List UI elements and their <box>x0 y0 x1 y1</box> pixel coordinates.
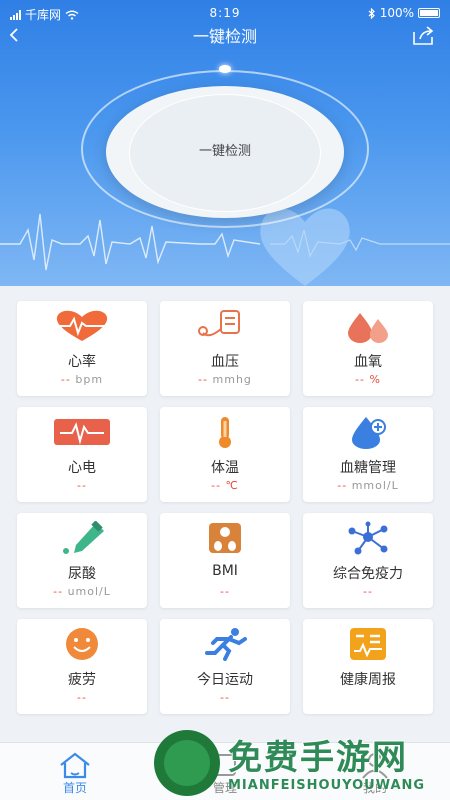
card-blood-sugar[interactable]: 血糖管理 -- mmol/L <box>303 407 433 502</box>
card-value: -- % <box>355 373 381 386</box>
card-label: 心电 <box>68 460 96 476</box>
watermark-logo-icon <box>154 730 220 796</box>
card-value: -- <box>77 479 87 492</box>
watermark-title: 免费手游网 <box>228 738 408 778</box>
blood-sugar-icon <box>352 417 386 449</box>
card-value: -- <box>77 691 87 704</box>
share-icon <box>413 26 434 45</box>
blood-oxygen-icon <box>348 313 388 343</box>
page-title: 一键检测 <box>192 27 257 46</box>
ecg-icon <box>54 419 110 445</box>
running-icon <box>205 628 247 661</box>
card-fatigue[interactable]: 疲劳 -- <box>17 619 147 714</box>
card-label: 今日运动 <box>197 672 253 688</box>
ring-indicator-dot <box>219 65 231 73</box>
card-weekly-report[interactable]: 健康周报 <box>303 619 433 714</box>
card-label: 健康周报 <box>340 672 396 688</box>
smile-icon <box>66 628 98 660</box>
card-value: -- ℃ <box>211 479 239 492</box>
detect-button-label: 一键检测 <box>198 144 251 159</box>
thermometer-icon <box>219 417 231 448</box>
card-temperature[interactable]: 体温 -- ℃ <box>160 407 290 502</box>
card-value: -- mmol/L <box>337 479 399 492</box>
card-label: 尿酸 <box>68 566 96 582</box>
card-label: 心率 <box>68 354 96 370</box>
card-immunity[interactable]: 综合免疫力 -- <box>303 513 433 608</box>
home-icon <box>60 752 90 779</box>
card-label: 综合免疫力 <box>333 566 403 582</box>
bluetooth-icon <box>368 7 375 19</box>
nav-bar: 一键检测 <box>0 26 450 48</box>
card-ecg[interactable]: 心电 -- <box>17 407 147 502</box>
tab-home[interactable]: 首页 <box>0 743 150 800</box>
card-today-exercise[interactable]: 今日运动 -- <box>160 619 290 714</box>
card-blood-oxygen[interactable]: 血氧 -- % <box>303 301 433 396</box>
card-value: -- mmhg <box>198 373 252 386</box>
card-value: -- <box>220 691 230 704</box>
tab-label: 首页 <box>62 781 87 795</box>
card-value: -- <box>363 585 373 598</box>
card-heart-rate[interactable]: 心率 -- bpm <box>17 301 147 396</box>
status-bar: 千库网 8:19 100% <box>0 0 450 26</box>
card-value: -- <box>220 585 230 598</box>
battery-icon <box>418 8 440 18</box>
card-value: -- umol/L <box>53 585 111 598</box>
report-icon <box>350 628 386 660</box>
card-label: 血糖管理 <box>340 460 396 476</box>
blood-pressure-icon <box>198 310 240 337</box>
share-button[interactable] <box>412 26 436 46</box>
scale-icon <box>209 523 241 553</box>
card-value: -- bpm <box>60 373 104 386</box>
card-bmi[interactable]: BMI -- <box>160 513 290 608</box>
molecule-icon <box>348 521 388 555</box>
hero-panel: 千库网 8:19 100% 一键检测 一键检测 <box>0 0 450 286</box>
battery-percent: 100% <box>379 6 414 20</box>
card-blood-pressure[interactable]: 血压 -- mmhg <box>160 301 290 396</box>
watermark-subtitle: MIANFEISHOUYOUWANG <box>228 778 426 793</box>
card-label: 血氧 <box>354 354 382 370</box>
card-label: 血压 <box>211 354 239 370</box>
watermark-overlay: 免费手游网 MIANFEISHOUYOUWANG <box>150 728 450 800</box>
dropper-icon <box>63 521 104 554</box>
card-label: 疲劳 <box>68 672 96 688</box>
card-label: 体温 <box>211 460 239 476</box>
card-label: BMI <box>212 563 238 579</box>
card-uric-acid[interactable]: 尿酸 -- umol/L <box>17 513 147 608</box>
heart-rate-icon <box>56 310 108 341</box>
